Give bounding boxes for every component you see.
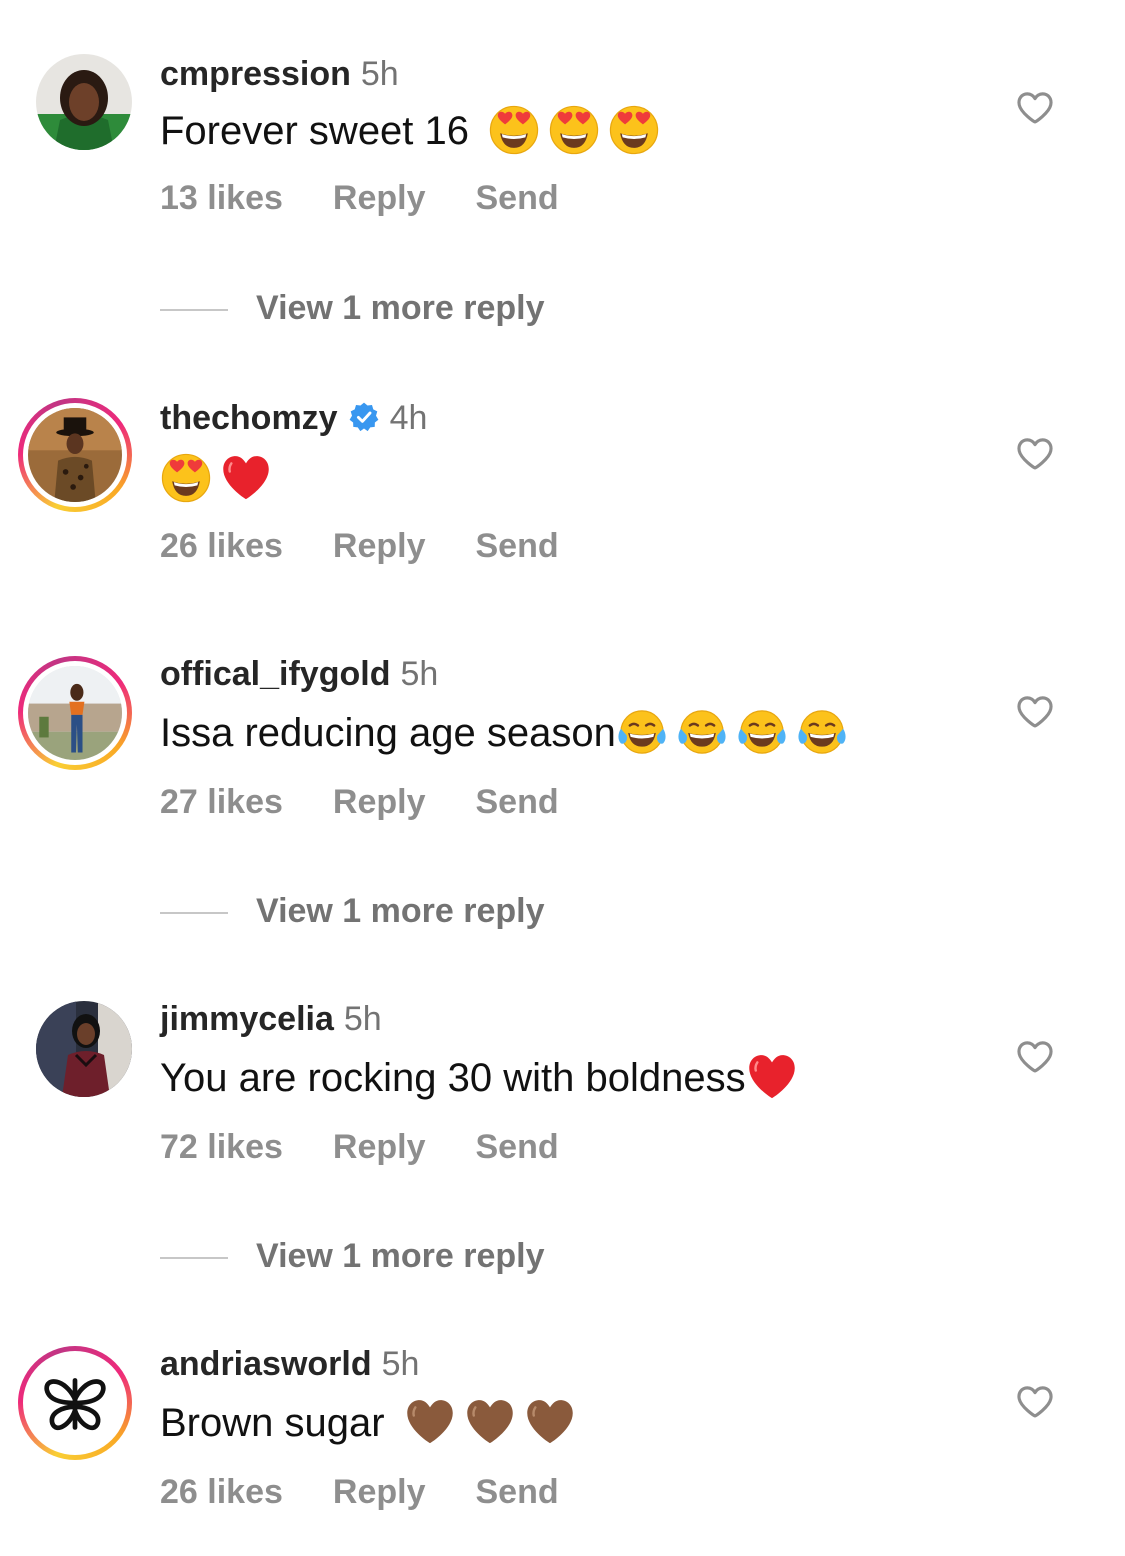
- reply-button[interactable]: Reply: [333, 1472, 426, 1512]
- comment-body: Brown sugar: [160, 1401, 385, 1445]
- brown-heart-emoji: [404, 1396, 456, 1448]
- brown-heart-emoji: [524, 1396, 576, 1448]
- red-heart-emoji: [746, 1051, 798, 1103]
- send-button[interactable]: Send: [475, 178, 558, 218]
- avatar[interactable]: [36, 54, 132, 150]
- comment-body: Issa reducing age season: [160, 711, 616, 755]
- comment-actions: 26 likes Reply Send: [160, 526, 559, 566]
- view-more-replies-button[interactable]: View 1 more reply: [160, 891, 545, 931]
- divider: [160, 912, 228, 915]
- divider: [160, 309, 228, 312]
- timestamp: 5h: [360, 55, 399, 93]
- reply-button[interactable]: Reply: [333, 1127, 426, 1167]
- comment-actions: 72 likes Reply Send: [160, 1127, 559, 1167]
- comment-body: Forever sweet 16: [160, 109, 470, 153]
- avatar[interactable]: [36, 1001, 132, 1097]
- view-more-replies-button[interactable]: View 1 more reply: [160, 1236, 545, 1276]
- avatar[interactable]: [18, 1346, 132, 1460]
- likes-count[interactable]: 26 likes: [160, 1472, 283, 1512]
- heart-icon[interactable]: [1014, 432, 1056, 474]
- send-button[interactable]: Send: [475, 782, 558, 822]
- send-button[interactable]: Send: [475, 1472, 558, 1512]
- likes-count[interactable]: 72 likes: [160, 1127, 283, 1167]
- username[interactable]: offical_ifygold: [160, 655, 390, 693]
- comment-actions: 13 likes Reply Send: [160, 178, 559, 218]
- view-more-replies-button[interactable]: View 1 more reply: [160, 288, 545, 328]
- username[interactable]: thechomzy: [160, 399, 338, 437]
- tears-of-joy-emoji: [676, 706, 728, 758]
- reply-button[interactable]: Reply: [333, 782, 426, 822]
- username[interactable]: jimmycelia: [160, 1000, 334, 1038]
- comment-meta: offical_ifygold 5h: [160, 654, 438, 694]
- send-button[interactable]: Send: [475, 1127, 558, 1167]
- view-more-label: View 1 more reply: [256, 289, 545, 327]
- reply-button[interactable]: Reply: [333, 178, 426, 218]
- divider: [160, 1257, 228, 1260]
- timestamp: 5h: [343, 1000, 382, 1038]
- comment-meta: andriasworld 5h: [160, 1344, 419, 1384]
- heart-icon[interactable]: [1014, 86, 1056, 128]
- timestamp: 4h: [389, 399, 428, 437]
- heart-eyes-emoji: [160, 452, 212, 504]
- comment-actions: 26 likes Reply Send: [160, 1472, 559, 1512]
- comment-body: You are rocking 30 with boldness: [160, 1056, 746, 1100]
- comment-text: You are rocking 30 with boldness: [160, 1051, 798, 1103]
- likes-count[interactable]: 26 likes: [160, 526, 283, 566]
- username[interactable]: andriasworld: [160, 1345, 372, 1383]
- heart-eyes-emoji: [548, 104, 600, 156]
- comment-actions: 27 likes Reply Send: [160, 782, 559, 822]
- comment-meta: cmpression 5h: [160, 54, 399, 94]
- likes-count[interactable]: 27 likes: [160, 782, 283, 822]
- heart-icon[interactable]: [1014, 1380, 1056, 1422]
- send-button[interactable]: Send: [475, 526, 558, 566]
- comment-meta: thechomzy 4h: [160, 398, 427, 438]
- comment-text: [160, 452, 272, 504]
- view-more-label: View 1 more reply: [256, 892, 545, 930]
- brown-heart-emoji: [464, 1396, 516, 1448]
- heart-eyes-emoji: [608, 104, 660, 156]
- comment-meta: jimmycelia 5h: [160, 999, 382, 1039]
- comment-text: Brown sugar: [160, 1396, 576, 1448]
- likes-count[interactable]: 13 likes: [160, 178, 283, 218]
- verified-badge-icon: [348, 401, 380, 433]
- heart-eyes-emoji: [488, 104, 540, 156]
- tears-of-joy-emoji: [736, 706, 788, 758]
- tears-of-joy-emoji: [796, 706, 848, 758]
- comment-text: Forever sweet 16: [160, 104, 660, 156]
- view-more-label: View 1 more reply: [256, 1237, 545, 1275]
- reply-button[interactable]: Reply: [333, 526, 426, 566]
- heart-icon[interactable]: [1014, 690, 1056, 732]
- avatar[interactable]: [18, 398, 132, 512]
- username[interactable]: cmpression: [160, 55, 351, 93]
- red-heart-emoji: [220, 452, 272, 504]
- comment-text: Issa reducing age season: [160, 706, 848, 758]
- timestamp: 5h: [400, 655, 439, 693]
- heart-icon[interactable]: [1014, 1035, 1056, 1077]
- timestamp: 5h: [381, 1345, 420, 1383]
- avatar[interactable]: [18, 656, 132, 770]
- tears-of-joy-emoji: [616, 706, 668, 758]
